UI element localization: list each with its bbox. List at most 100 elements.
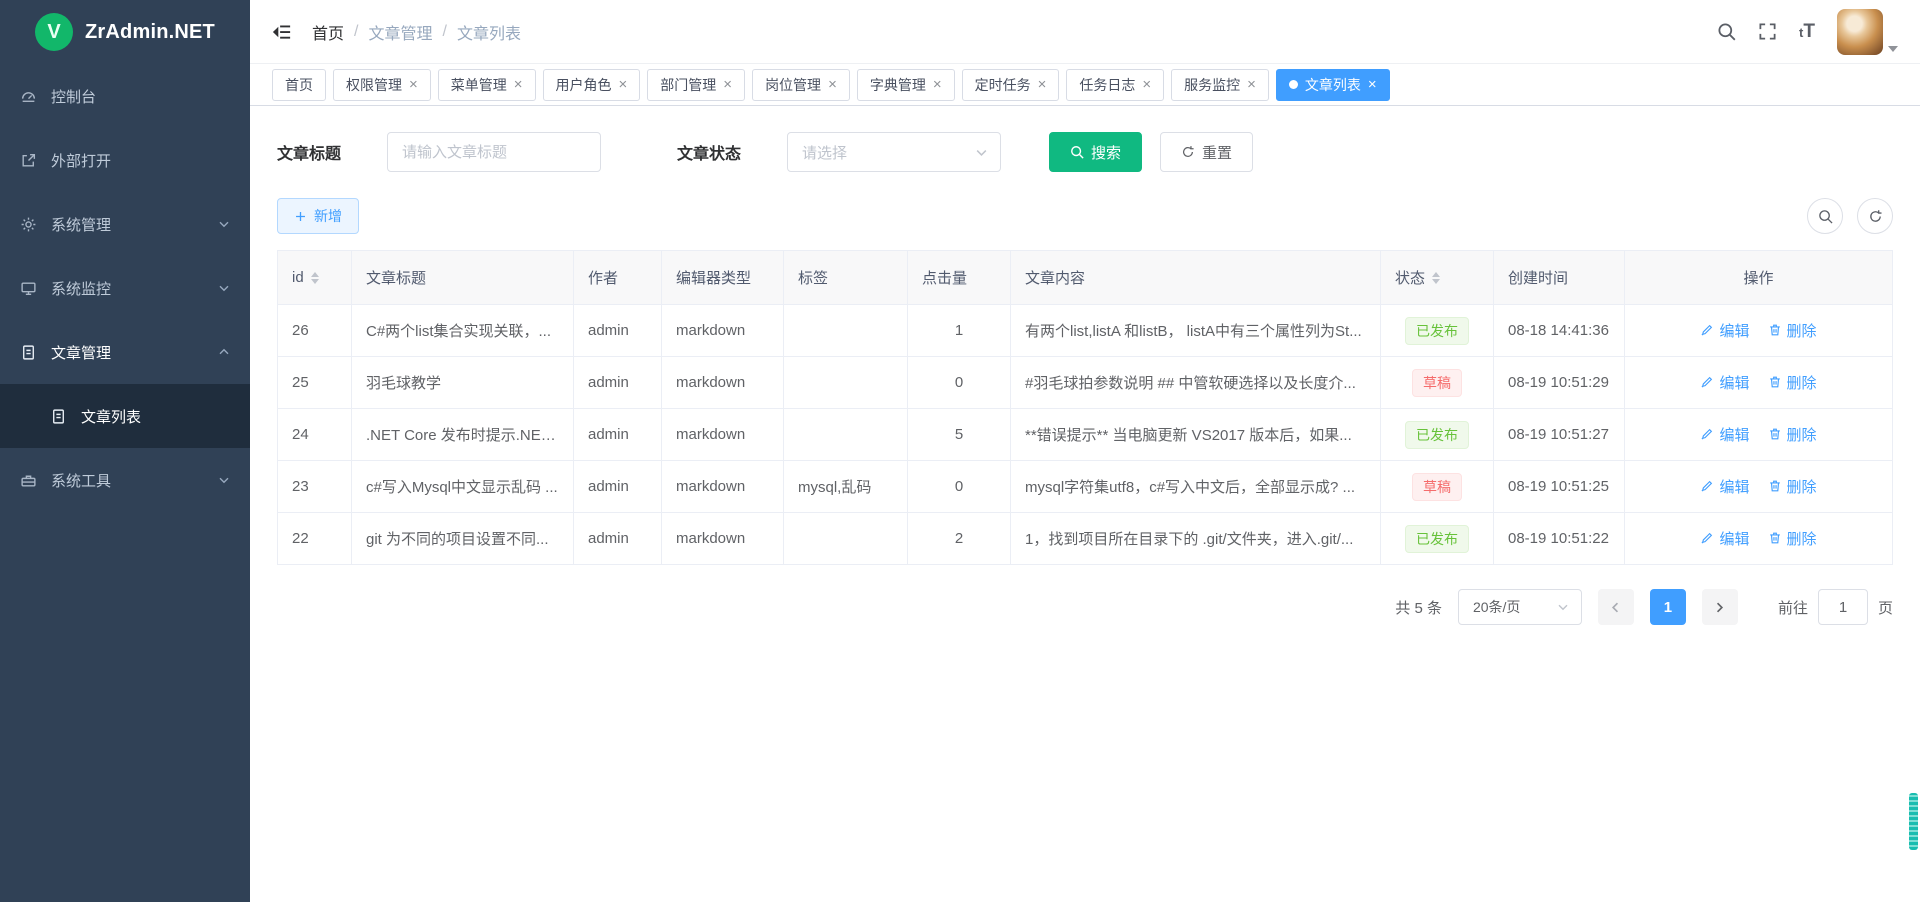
cell-content: 有两个list,listA 和listB， listA中有三个属性列为St... — [1011, 305, 1381, 357]
app-logo[interactable]: V ZrAdmin.NET — [0, 0, 250, 64]
tab-dictionary[interactable]: 字典管理× — [857, 69, 955, 101]
search-button[interactable]: 搜索 — [1049, 132, 1142, 172]
delete-icon — [1768, 479, 1782, 493]
article-title-input[interactable] — [387, 132, 601, 172]
close-icon[interactable]: × — [828, 77, 837, 92]
edit-button[interactable]: 编辑 — [1700, 476, 1749, 497]
tab-department[interactable]: 部门管理× — [647, 69, 745, 101]
delete-button[interactable]: 删除 — [1768, 476, 1817, 497]
close-icon[interactable]: × — [1142, 77, 1151, 92]
page-size-select[interactable]: 20条/页 — [1458, 589, 1582, 625]
close-icon[interactable]: × — [723, 77, 732, 92]
prev-page-button[interactable] — [1598, 589, 1634, 625]
cell-status: 草稿 — [1381, 461, 1494, 513]
delete-button[interactable]: 删除 — [1768, 424, 1817, 445]
page-content: 文章标题 文章状态 请选择 搜索 重置 — [250, 106, 1920, 902]
collapse-sidebar-icon[interactable] — [272, 22, 292, 42]
close-icon[interactable]: × — [514, 77, 523, 92]
delete-button[interactable]: 删除 — [1768, 528, 1817, 549]
tab-service-monitor[interactable]: 服务监控× — [1171, 69, 1269, 101]
dashboard-icon — [20, 88, 37, 105]
search-icon[interactable] — [1717, 22, 1736, 41]
breadcrumb-article-list[interactable]: 文章列表 — [457, 20, 521, 44]
close-icon[interactable]: × — [1038, 77, 1047, 92]
sidebar-item-article-list[interactable]: 文章列表 — [0, 384, 250, 448]
cell-editor: markdown — [662, 461, 784, 513]
goto-unit-label: 页 — [1878, 597, 1893, 618]
sidebar-item-dashboard[interactable]: 控制台 — [0, 64, 250, 128]
cell-title: .NET Core 发布时提示.NET... — [352, 409, 574, 461]
sort-caret-icon[interactable] — [311, 272, 319, 284]
close-icon[interactable]: × — [409, 77, 418, 92]
search-button-label: 搜索 — [1091, 142, 1121, 163]
cell-author: admin — [574, 409, 662, 461]
edit-button[interactable]: 编辑 — [1700, 320, 1749, 341]
refresh-table-button[interactable] — [1857, 198, 1893, 234]
font-size-icon[interactable]: tT — [1799, 22, 1815, 41]
breadcrumb-home[interactable]: 首页 — [312, 20, 344, 44]
delete-button[interactable]: 删除 — [1768, 372, 1817, 393]
column-header-created: 创建时间 — [1494, 251, 1625, 305]
topbar: 首页 / 文章管理 / 文章列表 tT — [250, 0, 1920, 64]
tab-post[interactable]: 岗位管理× — [752, 69, 850, 101]
fullscreen-icon[interactable] — [1758, 22, 1777, 41]
add-button[interactable]: 新增 — [277, 198, 359, 234]
external-link-icon — [20, 152, 37, 169]
active-dot-icon — [1289, 80, 1298, 89]
tab-label: 首页 — [285, 75, 313, 95]
table-tools — [1807, 198, 1893, 234]
close-icon[interactable]: × — [933, 77, 942, 92]
cell-clicks: 0 — [908, 357, 1011, 409]
chevron-down-icon — [218, 282, 230, 294]
edit-button[interactable]: 编辑 — [1700, 424, 1749, 445]
tab-label: 菜单管理 — [451, 75, 507, 95]
page-number-1[interactable]: 1 — [1650, 589, 1686, 625]
sidebar-item-system-management[interactable]: 系统管理 — [0, 192, 250, 256]
tab-user-role[interactable]: 用户角色× — [543, 69, 641, 101]
cell-author: admin — [574, 305, 662, 357]
breadcrumb: 首页 / 文章管理 / 文章列表 — [312, 20, 521, 44]
reset-button[interactable]: 重置 — [1160, 132, 1253, 172]
close-icon[interactable]: × — [1368, 77, 1377, 92]
tab-menu-management[interactable]: 菜单管理 × — [438, 69, 536, 101]
breadcrumb-article-management[interactable]: 文章管理 — [368, 20, 432, 44]
table-header-row: id 文章标题 作者 编辑器类型 标签 点击量 文章内容 状态 创建时间 操作 — [278, 251, 1893, 305]
cell-title: c#写入Mysql中文显示乱码 ... — [352, 461, 574, 513]
user-menu[interactable] — [1837, 9, 1898, 55]
cell-status: 已发布 — [1381, 409, 1494, 461]
tab-article-list[interactable]: 文章列表× — [1276, 69, 1390, 101]
column-header-status[interactable]: 状态 — [1381, 251, 1494, 305]
column-header-tags: 标签 — [784, 251, 908, 305]
cell-author: admin — [574, 461, 662, 513]
cell-status: 已发布 — [1381, 305, 1494, 357]
tab-task-log[interactable]: 任务日志× — [1066, 69, 1164, 101]
refresh-icon — [1181, 145, 1195, 159]
edit-button[interactable]: 编辑 — [1700, 372, 1749, 393]
sidebar-item-system-tools[interactable]: 系统工具 — [0, 448, 250, 512]
edit-button[interactable]: 编辑 — [1700, 528, 1749, 549]
cell-content: #羽毛球拍参数说明 ## 中管软硬选择以及长度介... — [1011, 357, 1381, 409]
cell-tags — [784, 409, 908, 461]
toggle-search-button[interactable] — [1807, 198, 1843, 234]
scrollbar-thumb[interactable] — [1909, 793, 1918, 850]
next-page-button[interactable] — [1702, 589, 1738, 625]
column-header-id[interactable]: id — [278, 251, 352, 305]
goto-page-input[interactable] — [1818, 589, 1868, 625]
sort-caret-icon[interactable] — [1432, 272, 1440, 284]
tab-scheduled-task[interactable]: 定时任务× — [962, 69, 1060, 101]
sidebar-item-article-management[interactable]: 文章管理 — [0, 320, 250, 384]
delete-button[interactable]: 删除 — [1768, 320, 1817, 341]
tab-permission[interactable]: 权限管理× — [333, 69, 431, 101]
cell-id: 22 — [278, 513, 352, 565]
sidebar-item-external-open[interactable]: 外部打开 — [0, 128, 250, 192]
tab-home[interactable]: 首页 — [272, 69, 326, 101]
edit-icon — [1700, 323, 1714, 337]
sidebar-item-label: 外部打开 — [51, 150, 111, 171]
close-icon[interactable]: × — [619, 77, 628, 92]
close-icon[interactable]: × — [1247, 77, 1256, 92]
avatar[interactable] — [1837, 9, 1883, 55]
sidebar-item-label: 系统管理 — [51, 214, 111, 235]
cell-editor: markdown — [662, 305, 784, 357]
article-status-select[interactable]: 请选择 — [787, 132, 1001, 172]
sidebar-item-system-monitor[interactable]: 系统监控 — [0, 256, 250, 320]
